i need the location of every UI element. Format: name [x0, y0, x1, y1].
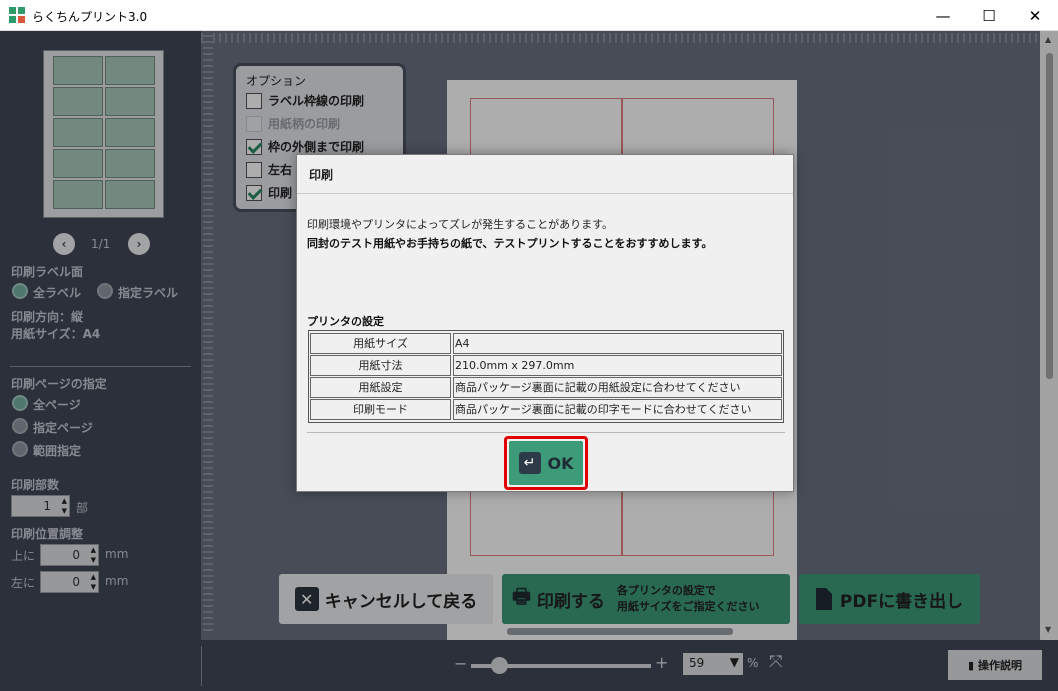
divider — [297, 193, 793, 194]
minimize-button[interactable]: — — [920, 0, 966, 31]
ok-button-face[interactable]: ↵ OK — [509, 441, 583, 485]
ok-button[interactable]: ↵ OK — [504, 436, 588, 490]
ok-label: OK — [547, 453, 574, 473]
divider — [307, 432, 785, 433]
maximize-button[interactable]: ☐ — [966, 0, 1012, 31]
title-bar: らくちんプリント3.0 — ☐ ✕ — [0, 0, 1058, 31]
table-row: 用紙設定 商品パッケージ裏面に記載の用紙設定に合わせてください — [310, 377, 782, 398]
app-logo-icon — [9, 7, 25, 23]
table-row: 用紙サイズ A4 — [310, 333, 782, 354]
dialog-message-bold: 同封のテスト用紙やお手持ちの紙で、テストプリントすることをおすすめします。 — [307, 237, 713, 250]
print-dialog: 印刷 印刷環境やプリンタによってズレが発生することがあります。 同封のテスト用紙… — [296, 154, 794, 492]
printer-settings-heading: プリンタの設定 — [307, 315, 384, 328]
dialog-title: 印刷 — [309, 168, 334, 182]
dialog-message: 印刷環境やプリンタによってズレが発生することがあります。 — [307, 218, 614, 231]
enter-icon: ↵ — [518, 452, 541, 474]
table-row: 印刷モード 商品パッケージ裏面に記載の印字モードに合わせてください — [310, 399, 782, 420]
window-title: らくちんプリント3.0 — [32, 10, 148, 24]
printer-settings-table: 用紙サイズ A4 用紙寸法 210.0mm x 297.0mm 用紙設定 商品パ… — [308, 330, 784, 423]
table-row: 用紙寸法 210.0mm x 297.0mm — [310, 355, 782, 376]
close-button[interactable]: ✕ — [1012, 0, 1058, 31]
